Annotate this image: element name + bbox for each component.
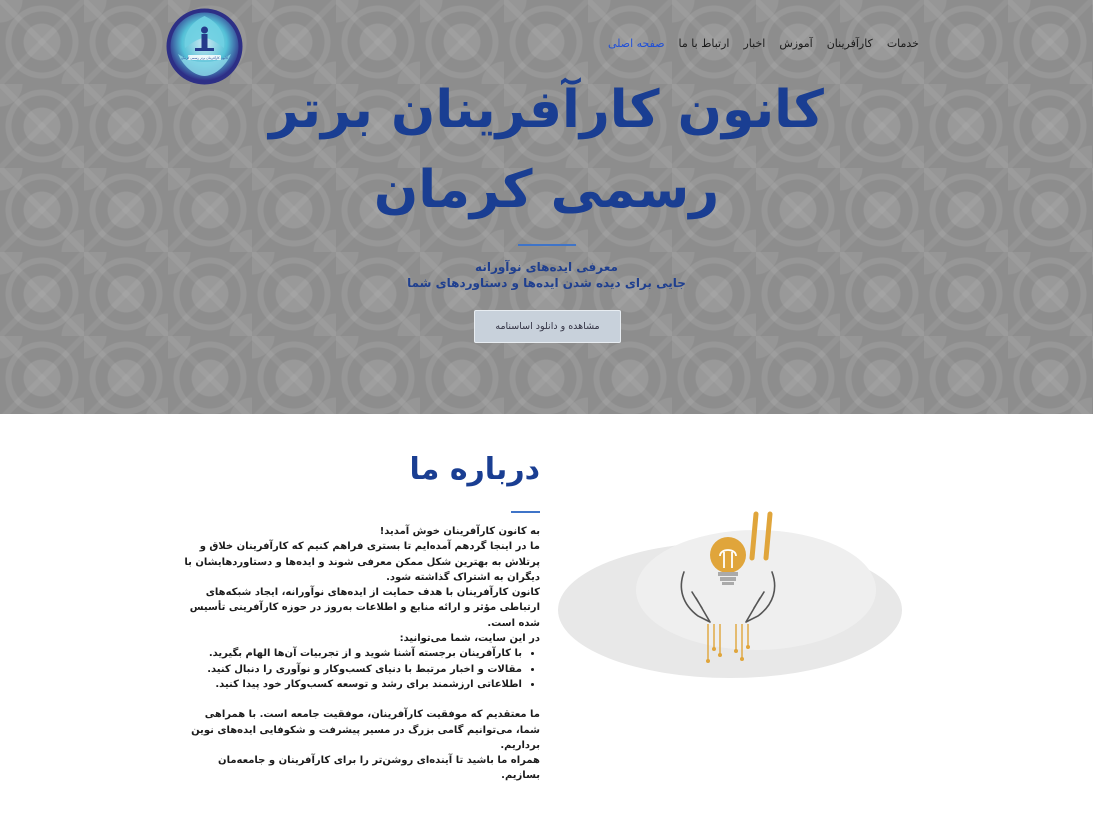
list-item: مقالات و اخبار مرتبط با دنیای کسب‌وکار و… <box>180 662 522 677</box>
nav-item-contact[interactable]: ارتباط با ما <box>679 37 730 50</box>
about-divider <box>511 511 540 513</box>
download-charter-button[interactable]: مشاهده و دانلود اساسنامه <box>474 310 621 343</box>
logo-text: کانون کارآفرینان برتر رسمی کرمان <box>181 56 229 60</box>
about-list-intro: در این سایت، شما می‌توانید: <box>399 633 540 645</box>
hero-section: کانون کارآفرینان برتر رسمی کرمان صفحه اص… <box>0 0 1093 414</box>
nav-item-news[interactable]: اخبار <box>743 37 765 50</box>
nav-item-services[interactable]: خدمات <box>887 37 919 50</box>
hero-tagline-2: جایی برای دیده شدن ایده‌ها و دستاوردهای … <box>407 276 686 290</box>
hero-title-line-1: کانون کارآفرینان برتر <box>269 80 824 140</box>
lightbulb-hands-illustration <box>558 511 902 678</box>
hero-tagline-1: معرفی ایده‌های نوآورانه <box>475 260 618 274</box>
nav-item-home[interactable]: صفحه اصلی <box>608 37 665 50</box>
nav-item-entrepreneurs[interactable]: کارآفرینان <box>827 37 873 50</box>
about-paragraph-4: همراه ما باشید تا آینده‌ای روشن‌تر را بر… <box>218 755 540 782</box>
about-welcome: به کانون کارآفرینان خوش آمدید! <box>379 526 540 537</box>
about-paragraph-1: ما در اینجا گردهم آمده‌ایم تا بستری فراه… <box>184 541 540 583</box>
list-item: با کارآفرینان برجسته آشنا شوید و از تجرب… <box>180 646 522 661</box>
about-text: به کانون کارآفرینان خوش آمدید! ما در این… <box>180 524 540 784</box>
about-paragraph-3: ما معتقدیم که موفقیت کارآفرینان، موفقیت … <box>191 709 540 751</box>
about-title: درباره ما <box>409 452 540 487</box>
nav-item-education[interactable]: آموزش <box>779 37 812 50</box>
hero-title-line-2: رسمی کرمان <box>373 160 720 220</box>
hero-title: کانون کارآفرینان برتر رسمی کرمان <box>0 70 1093 230</box>
main-nav: صفحه اصلی ارتباط با ما اخبار آموزش کارآف… <box>608 37 919 50</box>
about-list: با کارآفرینان برجسته آشنا شوید و از تجرب… <box>180 646 540 692</box>
hero-divider <box>518 244 576 246</box>
list-item: اطلاعاتی ارزشمند برای رشد و توسعه کسب‌وک… <box>180 677 522 692</box>
about-paragraph-2: کانون کارآفرینان با هدف حمایت از ایده‌ها… <box>189 587 540 629</box>
